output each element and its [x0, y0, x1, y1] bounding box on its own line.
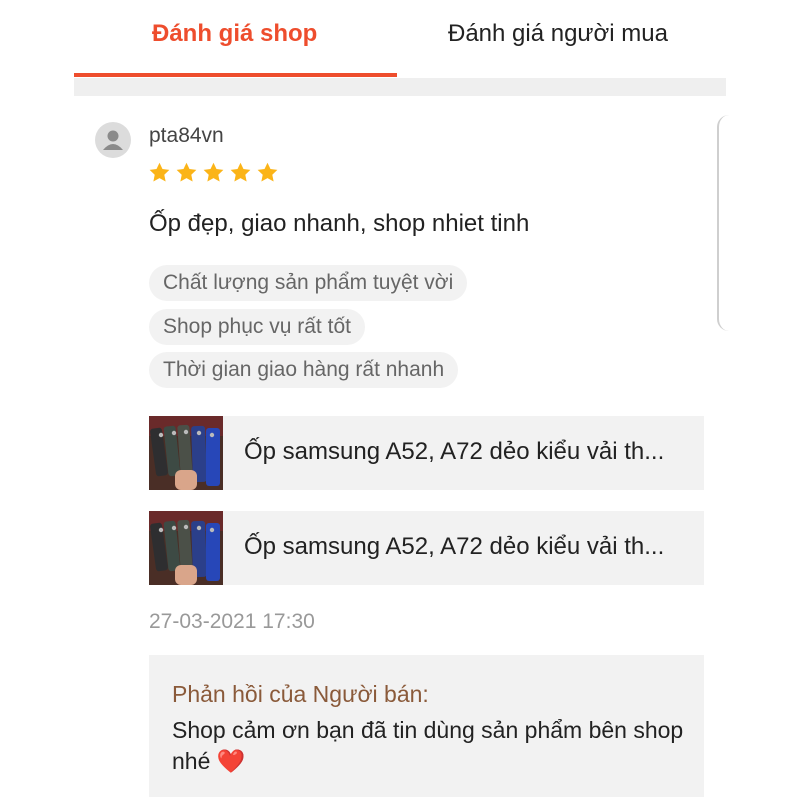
- seller-reply-message: Shop cảm ơn bạn đã tin dùng sản phẩm bên…: [172, 717, 684, 774]
- product-thumbnail: [149, 416, 223, 490]
- product-card[interactable]: Ốp samsung A52, A72 dẻo kiểu vải th...: [149, 511, 704, 585]
- reviewer-username: pta84vn: [149, 124, 224, 147]
- seller-reply: Phản hồi của Người bán: Shop cảm ơn bạn …: [149, 655, 704, 797]
- tab-buyer-reviews[interactable]: Đánh giá người mua: [448, 20, 668, 48]
- product-title: Ốp samsung A52, A72 dẻo kiểu vải th...: [244, 533, 665, 560]
- star-rating: [148, 161, 279, 189]
- review-comment: Ốp đẹp, giao nhanh, shop nhiet tinh: [149, 210, 530, 237]
- seller-reply-text: Shop cảm ơn bạn đã tin dùng sản phẩm bên…: [172, 715, 692, 777]
- star-icon: [203, 162, 224, 182]
- seller-reply-label: Phản hồi của Người bán:: [172, 681, 429, 707]
- review-tag: Chất lượng sản phẩm tuyệt vời: [149, 265, 468, 301]
- product-title: Ốp samsung A52, A72 dẻo kiểu vải th...: [244, 438, 665, 465]
- section-divider: [74, 78, 726, 96]
- star-icon: [257, 162, 278, 182]
- review-tabs: Đánh giá shop Đánh giá người mua: [74, 0, 726, 78]
- star-icon: [230, 162, 251, 182]
- scroll-edge: [717, 115, 731, 331]
- product-card[interactable]: Ốp samsung A52, A72 dẻo kiểu vải th...: [149, 416, 704, 490]
- review-tag: Shop phục vụ rất tốt: [149, 309, 365, 345]
- active-tab-indicator: [74, 73, 397, 77]
- heart-icon: ❤️: [216, 748, 246, 774]
- avatar[interactable]: [95, 122, 131, 158]
- review-tag: Thời gian giao hàng rất nhanh: [149, 352, 459, 388]
- user-icon: [103, 130, 123, 150]
- tab-shop-reviews[interactable]: Đánh giá shop: [152, 20, 317, 48]
- review-timestamp: 27-03-2021 17:30: [149, 610, 315, 633]
- star-icon: [176, 162, 197, 182]
- product-thumbnail: [149, 511, 223, 585]
- star-icon: [149, 162, 170, 182]
